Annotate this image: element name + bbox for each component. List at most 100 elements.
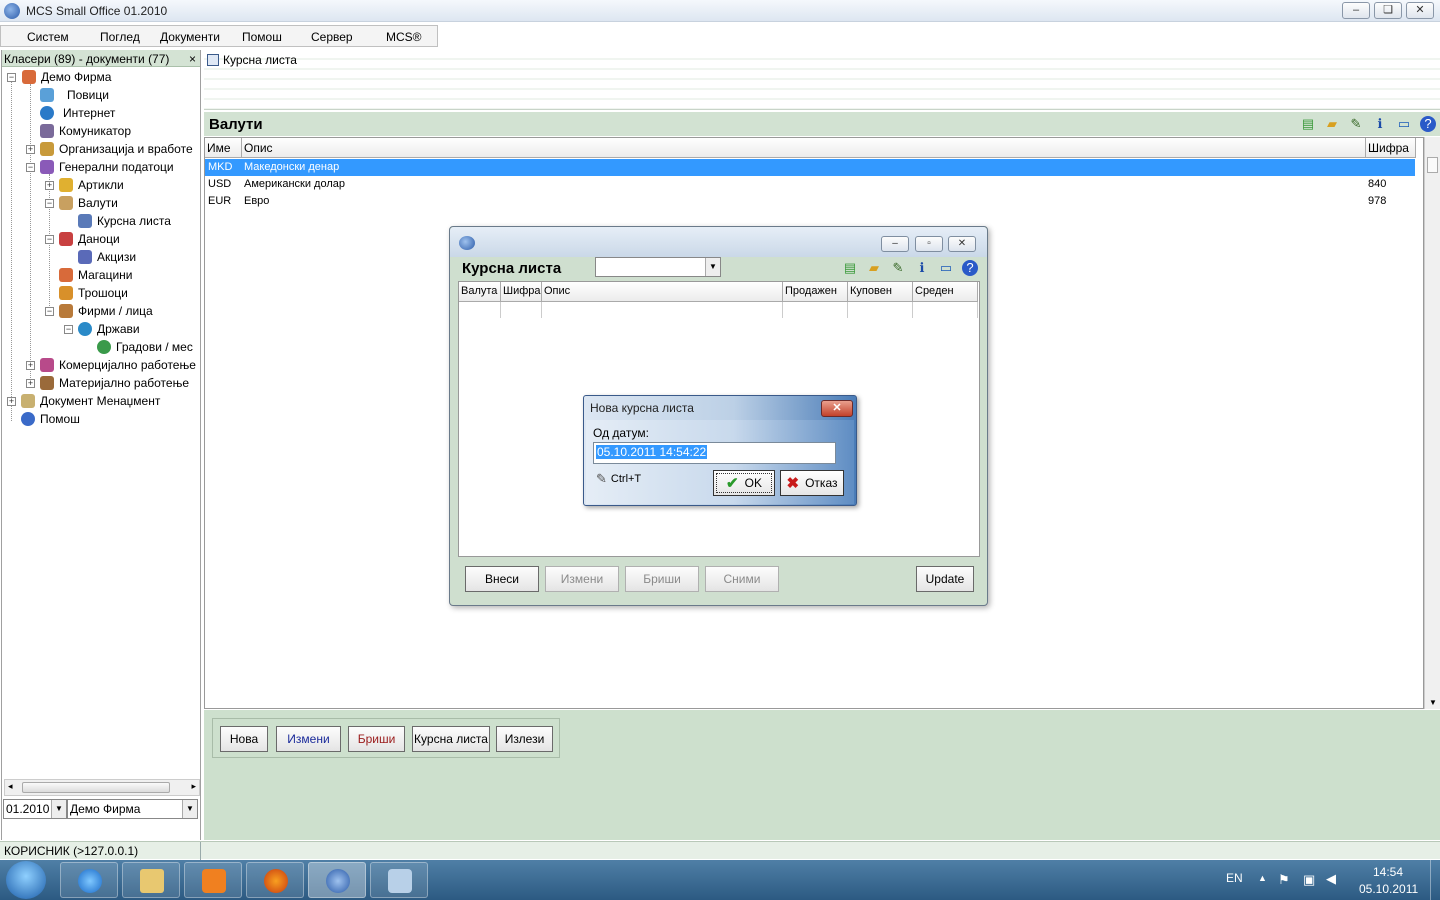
brishi-button[interactable]: Бриши [348, 726, 405, 752]
tree-node-organizacija[interactable]: Организација и вработе [40, 140, 193, 158]
tree-node-kursna-lista[interactable]: Курсна листа [78, 212, 171, 230]
tree-expander[interactable]: − [45, 307, 54, 316]
menu-pomosh[interactable]: Помош [242, 30, 282, 44]
tree-node-komunikator[interactable]: Комуникатор [40, 122, 131, 140]
left-pane-close-icon[interactable]: × [189, 52, 196, 66]
menu-pogled[interactable]: Поглед [100, 30, 140, 44]
menu-server[interactable]: Сервер [311, 30, 353, 44]
show-hidden-icon[interactable]: ▲ [1258, 873, 1267, 883]
window-icon[interactable]: ▭ [938, 260, 954, 276]
menu-dokumenti[interactable]: Документи [160, 30, 220, 44]
kursna-maximize-button[interactable]: ▫ [915, 236, 943, 252]
taskbar-explorer[interactable] [122, 862, 180, 898]
column-header-ime[interactable]: Име [205, 138, 242, 158]
scroll-thumb[interactable] [22, 782, 170, 793]
tree-expander[interactable]: + [7, 397, 16, 406]
flag-icon[interactable]: ⚑ [1278, 872, 1290, 888]
menu-sistem[interactable]: Систем [27, 30, 69, 44]
tree-node-generalni[interactable]: Генерални податоци [40, 158, 174, 176]
dialog-close-button[interactable]: ✕ [821, 400, 853, 417]
tab-kursna-lista[interactable]: Курсна листа [207, 53, 297, 67]
scroll-right-icon[interactable]: ▸ [191, 781, 196, 792]
tree-node-magacini[interactable]: Магацини [59, 266, 133, 284]
tree-node-akcizi[interactable]: Акцизи [78, 248, 136, 266]
column-header-sreden[interactable]: Среден [913, 282, 978, 302]
minimize-button[interactable]: – [1342, 2, 1370, 19]
taskbar-mcs[interactable] [308, 862, 366, 898]
taskbar-media[interactable] [184, 862, 242, 898]
tree-node-danoci[interactable]: Даноци [59, 230, 120, 248]
izmeni-button[interactable]: Измени [545, 566, 619, 592]
show-desktop-button[interactable] [1430, 860, 1440, 900]
table-row[interactable]: USD Американски долар 840 [205, 176, 1415, 193]
tree-node-firmi-lica[interactable]: Фирми / лица [59, 302, 153, 320]
taskbar-paint[interactable] [370, 862, 428, 898]
window-icon[interactable]: ▭ [1396, 116, 1412, 132]
tree-expander[interactable]: + [26, 361, 35, 370]
tree-expander[interactable]: + [45, 181, 54, 190]
tree-node-drzhavi[interactable]: Држави [78, 320, 140, 338]
scroll-thumb[interactable] [1427, 157, 1438, 173]
tree-node-gradovi[interactable]: Градови / мес [97, 338, 193, 356]
tree-expander[interactable]: − [64, 325, 73, 334]
info-icon[interactable]: ℹ [1372, 116, 1388, 132]
column-header-shifra[interactable]: Шифра [1366, 138, 1416, 158]
tree-node-valuti[interactable]: Валути [59, 194, 118, 212]
tree-node-demo-firma[interactable]: Демо Фирма [22, 68, 111, 86]
snimi-button[interactable]: Сними [705, 566, 779, 592]
date-input[interactable]: 05.10.2011 14:54:22 [593, 442, 836, 464]
new-document-icon[interactable]: ▤ [1300, 116, 1316, 132]
column-header-shifra[interactable]: Шифра [501, 282, 542, 302]
close-button[interactable]: ✕ [1406, 2, 1434, 19]
tree-node-povici[interactable]: Повици [40, 86, 109, 104]
tree-expander[interactable]: + [26, 145, 35, 154]
chevron-down-icon[interactable]: ▼ [51, 800, 66, 818]
edit-pencil-icon[interactable]: ✎ [890, 260, 906, 276]
scroll-down-icon[interactable]: ▼ [1429, 698, 1437, 707]
column-header-opis[interactable]: Опис [242, 138, 1366, 158]
grid-vscrollbar[interactable]: ▼ [1424, 137, 1440, 709]
izmeni-button[interactable]: Измени [276, 726, 341, 752]
kursna-lista-button[interactable]: Курсна листа [412, 726, 490, 752]
kursna-date-select[interactable]: ▼ [595, 257, 721, 277]
brishi-button[interactable]: Бриши [625, 566, 699, 592]
izlezi-button[interactable]: Излези [496, 726, 553, 752]
scroll-left-icon[interactable]: ◂ [8, 781, 13, 792]
tree-expander[interactable]: − [7, 73, 16, 82]
network-icon[interactable]: ▣ [1303, 872, 1315, 888]
table-row[interactable]: MKD Македонски денар [205, 159, 1415, 176]
menu-mcs[interactable]: MCS® [386, 30, 422, 44]
column-header-opis[interactable]: Опис [542, 282, 783, 302]
vnesi-button[interactable]: Внеси [465, 566, 539, 592]
update-button[interactable]: Update [916, 566, 974, 592]
kursna-minimize-button[interactable]: – [881, 236, 909, 252]
table-row[interactable]: EUR Евро 978 [205, 193, 1415, 210]
chevron-down-icon[interactable]: ▼ [705, 258, 720, 276]
column-header-prodazhen[interactable]: Продажен [783, 282, 848, 302]
tree-node-materijalno[interactable]: Материјално работење [40, 374, 189, 392]
tree-node-internet[interactable]: Интернет [40, 104, 115, 122]
column-header-kupoven[interactable]: Куповен [848, 282, 913, 302]
clock-time[interactable]: 14:54 [1373, 865, 1403, 879]
tree-node-dokument-menadzment[interactable]: Документ Менаџмент [21, 392, 160, 410]
cancel-button[interactable]: ✖ Отказ [780, 470, 844, 496]
column-header-valuta[interactable]: Валута [459, 282, 501, 302]
restore-button[interactable]: ❏ [1374, 2, 1402, 19]
help-icon[interactable]: ? [962, 260, 978, 276]
start-button[interactable] [6, 861, 46, 899]
tree-node-pomosh[interactable]: Помош [21, 410, 80, 428]
help-icon[interactable]: ? [1420, 116, 1436, 132]
open-folder-icon[interactable]: ▰ [866, 260, 882, 276]
language-indicator[interactable]: EN [1226, 871, 1243, 885]
kursna-close-button[interactable]: ✕ [948, 236, 976, 252]
new-document-icon[interactable]: ▤ [842, 260, 858, 276]
tree-expander[interactable]: − [26, 163, 35, 172]
tree-node-troshoci[interactable]: Трошоци [59, 284, 128, 302]
clock-date[interactable]: 05.10.2011 [1359, 882, 1418, 896]
volume-icon[interactable]: ◀ [1326, 871, 1336, 887]
year-select[interactable]: 01.2010 ▼ [3, 799, 67, 819]
tree-expander[interactable]: + [26, 379, 35, 388]
taskbar-ie[interactable] [60, 862, 118, 898]
left-pane-hscrollbar[interactable]: ◂ ▸ [4, 779, 200, 796]
edit-pencil-icon[interactable]: ✎ [1348, 116, 1364, 132]
